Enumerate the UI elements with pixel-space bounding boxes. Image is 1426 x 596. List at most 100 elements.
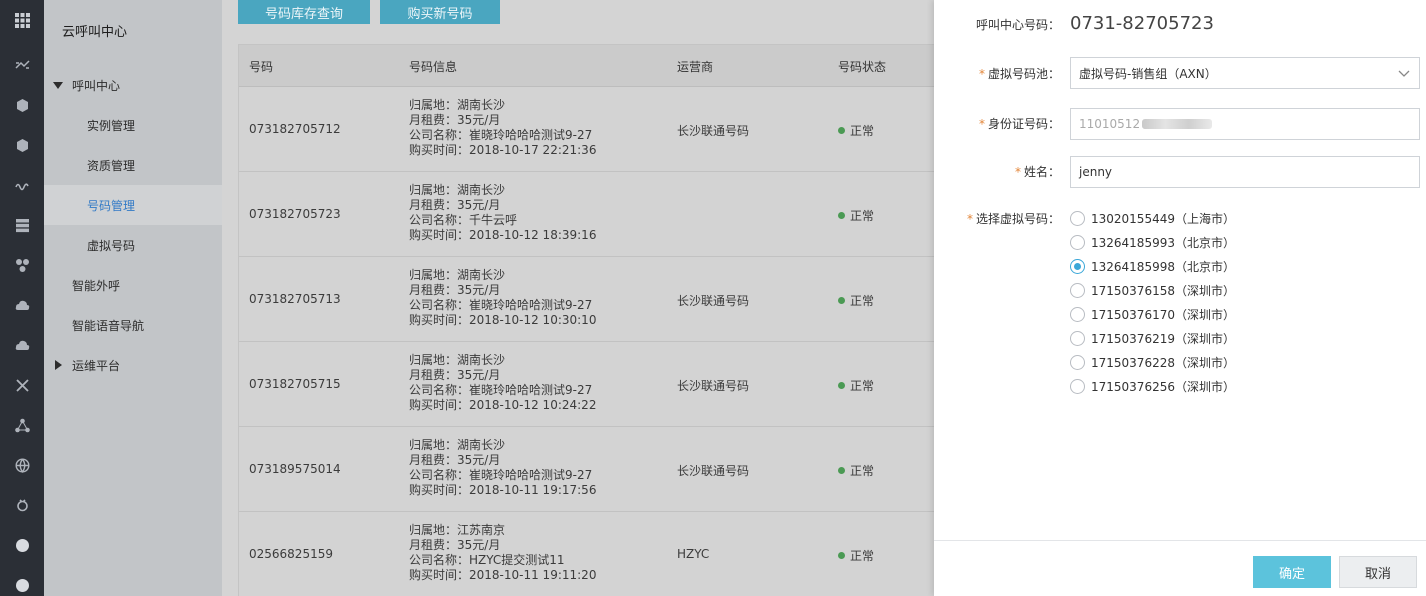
nav-item-label: 智能外呼 xyxy=(72,278,121,293)
buy-number-button[interactable]: 购买新号码 xyxy=(380,0,500,24)
info-line: 月租费：35元/月 xyxy=(409,538,501,552)
number-cell: 073182705723 xyxy=(249,207,341,221)
info-line: 归属地：江苏南京 xyxy=(409,523,506,537)
info-cell: 归属地：湖南长沙 月租费：35元/月 公司名称：崔晓玲哈哈哈测试9-27 购买时… xyxy=(409,268,596,328)
radio-option[interactable]: 17150376256（深圳市） xyxy=(1070,374,1235,398)
required-mark: * xyxy=(978,67,985,81)
nav-item-number-management[interactable]: 号码管理 xyxy=(44,185,222,225)
info-line: 月租费：35元/月 xyxy=(409,453,501,467)
center-number-label: 呼叫中心号码： xyxy=(975,18,1060,32)
radio-label: 17150376256（深圳市） xyxy=(1091,379,1235,394)
info-line: 月租费：35元/月 xyxy=(409,198,501,212)
cube-icon[interactable] xyxy=(0,135,44,155)
stock-query-button[interactable]: 号码库存查询 xyxy=(238,0,370,24)
status-dot-icon xyxy=(838,212,845,219)
status-text: 正常 xyxy=(850,549,875,563)
transfer-icon[interactable] xyxy=(0,55,44,75)
status-dot-icon xyxy=(838,467,845,474)
number-cell: 073189575014 xyxy=(249,462,341,476)
cube-icon[interactable] xyxy=(0,95,44,115)
table-row[interactable]: 073189575014 归属地：湖南长沙 月租费：35元/月 公司名称：崔晓玲… xyxy=(239,427,934,512)
nav-item-instances[interactable]: 实例管理 xyxy=(44,105,222,145)
network-icon[interactable] xyxy=(0,415,44,435)
nav-item-ivr[interactable]: 智能语音导航 xyxy=(44,305,222,345)
status-dot-icon xyxy=(838,297,845,304)
nav-item-qualification[interactable]: 资质管理 xyxy=(44,145,222,185)
table-row[interactable]: 073182705715 归属地：湖南长沙 月租费：35元/月 公司名称：崔晓玲… xyxy=(239,342,934,427)
radio-option[interactable]: 13264185993（北京市） xyxy=(1070,230,1235,254)
cloud-icon[interactable] xyxy=(0,295,44,315)
operator-cell: 长沙联通号码 xyxy=(677,379,750,393)
wave-icon[interactable] xyxy=(0,175,44,195)
info-line: 月租费：35元/月 xyxy=(409,283,501,297)
globe-icon[interactable] xyxy=(0,455,44,475)
info-cell: 归属地：湖南长沙 月租费：35元/月 公司名称：千牛云呼 购买时间：2018-1… xyxy=(409,183,596,243)
table-row[interactable]: 073182705713 归属地：湖南长沙 月租费：35元/月 公司名称：崔晓玲… xyxy=(239,257,934,342)
radio-button-selected[interactable] xyxy=(1070,258,1085,274)
nav-item-ops-platform[interactable]: 运维平台 xyxy=(44,345,222,385)
status-dot-icon xyxy=(838,552,845,559)
cluster-icon[interactable] xyxy=(0,255,44,275)
nav-item-label: 资质管理 xyxy=(87,158,136,173)
table-row[interactable]: 073182705723 归属地：湖南长沙 月租费：35元/月 公司名称：千牛云… xyxy=(239,172,934,257)
operator-cell: HZYC xyxy=(677,547,710,561)
info-line: 购买时间：2018-10-12 10:30:10 xyxy=(409,313,597,327)
table-row[interactable]: 073182705712 归属地：湖南长沙 月租费：35元/月 公司名称：崔晓玲… xyxy=(239,87,934,172)
operator-cell: 长沙联通号码 xyxy=(677,294,750,308)
operator-cell: 长沙联通号码 xyxy=(677,464,750,478)
table-row[interactable]: 02566825159 归属地：江苏南京 月租费：35元/月 公司名称：HZYC… xyxy=(239,512,934,596)
status-text: 正常 xyxy=(850,464,875,478)
radio-label: 17150376158（深圳市） xyxy=(1091,283,1235,298)
status-dot-icon xyxy=(838,382,845,389)
server-icon[interactable] xyxy=(0,215,44,235)
info-line: 公司名称：千牛云呼 xyxy=(409,213,518,227)
panel-footer: 确定 取消 xyxy=(934,540,1426,596)
nav-item-outbound[interactable]: 智能外呼 xyxy=(44,265,222,305)
name-label: * 姓名： xyxy=(1014,165,1060,179)
status-cell: 正常 xyxy=(838,207,874,224)
radio-button[interactable] xyxy=(1070,330,1085,346)
cloud-upload-icon[interactable] xyxy=(0,335,44,355)
cancel-button[interactable]: 取消 xyxy=(1339,556,1417,588)
column-header: 运营商 xyxy=(677,60,714,74)
status-dot-icon xyxy=(838,127,845,134)
radio-button[interactable] xyxy=(1070,210,1085,226)
radio-button[interactable] xyxy=(1070,306,1085,322)
info-line: 公司名称：崔晓玲哈哈哈测试9-27 xyxy=(409,468,593,482)
radio-option[interactable]: 17150376228（深圳市） xyxy=(1070,350,1235,374)
info-line: 购买时间：2018-10-12 10:24:22 xyxy=(409,398,597,412)
radio-option[interactable]: 17150376219（深圳市） xyxy=(1070,326,1235,350)
radio-option[interactable]: 13020155449（上海市） xyxy=(1070,206,1235,230)
operator-cell: 长沙联通号码 xyxy=(677,124,750,138)
radio-button[interactable] xyxy=(1070,282,1085,298)
pool-select[interactable]: 虚拟号码-销售组（AXN） xyxy=(1070,57,1420,89)
nav-item-virtual-number[interactable]: 虚拟号码 xyxy=(44,225,222,265)
column-header: 号码状态 xyxy=(838,60,887,74)
circle-icon[interactable] xyxy=(0,535,44,555)
radio-option[interactable]: 17150376170（深圳市） xyxy=(1070,302,1235,326)
radio-button[interactable] xyxy=(1070,378,1085,394)
id-number-input[interactable]: 11010512 xyxy=(1070,108,1420,140)
radio-button[interactable] xyxy=(1070,354,1085,370)
redacted-block xyxy=(1142,119,1213,129)
confirm-button[interactable]: 确定 xyxy=(1253,556,1331,588)
number-cell: 073182705715 xyxy=(249,377,341,391)
info-line: 归属地：湖南长沙 xyxy=(409,438,506,452)
cross-icon[interactable] xyxy=(0,375,44,395)
nav-item-call-center[interactable]: 呼叫中心 xyxy=(44,65,222,105)
radio-option[interactable]: 13264185998（北京市） xyxy=(1070,254,1235,278)
nav-item-label: 智能语音导航 xyxy=(72,318,145,333)
grid-icon[interactable] xyxy=(0,10,44,30)
radio-button[interactable] xyxy=(1070,234,1085,250)
circle-icon[interactable] xyxy=(0,575,44,595)
status-cell: 正常 xyxy=(838,292,874,309)
name-input[interactable]: jenny xyxy=(1070,156,1420,188)
radio-label: 13264185993（北京市） xyxy=(1091,235,1235,250)
app-title: 云呼叫中心 xyxy=(62,25,128,40)
pool-label: * 虚拟号码池： xyxy=(978,67,1060,81)
gear-icon[interactable] xyxy=(0,495,44,515)
info-line: 购买时间：2018-10-12 18:39:16 xyxy=(409,228,597,242)
info-line: 归属地：湖南长沙 xyxy=(409,353,506,367)
virtual-number-radio-group: 13020155449（上海市） 13264185993（北京市） 132641… xyxy=(1070,206,1235,398)
radio-option[interactable]: 17150376158（深圳市） xyxy=(1070,278,1235,302)
